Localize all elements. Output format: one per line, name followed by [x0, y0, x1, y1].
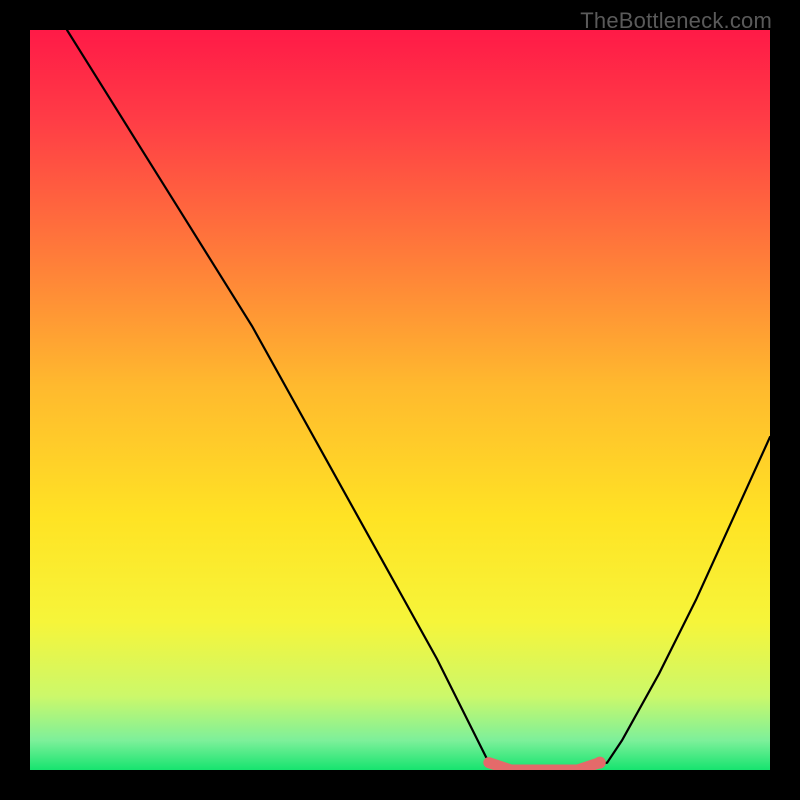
background-gradient — [30, 30, 770, 770]
plot-area — [30, 30, 770, 770]
watermark-text: TheBottleneck.com — [580, 8, 772, 34]
chart-frame: TheBottleneck.com — [0, 0, 800, 800]
